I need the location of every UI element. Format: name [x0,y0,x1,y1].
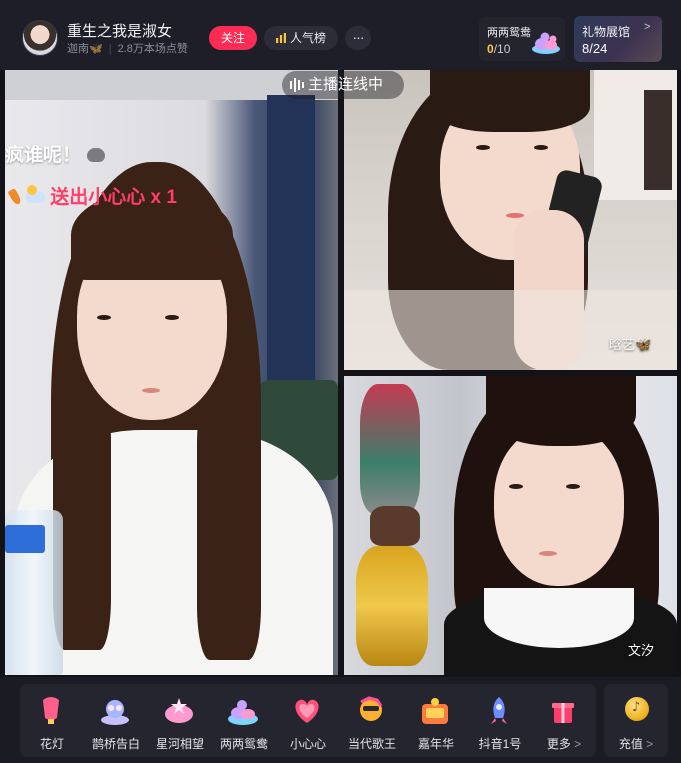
host-avatar[interactable] [22,20,58,56]
task-total: /10 [493,42,511,56]
chevron-right-icon: > [574,737,582,751]
host-eye-right [165,315,179,320]
host-lips [142,388,160,393]
audio-wave-icon [290,78,304,92]
guest2-eye-left [509,484,523,489]
task-progress: 0/10 [487,42,510,56]
host-hair-right [197,390,261,660]
guest1-eye-right [534,145,548,150]
host-eye-left [97,315,111,320]
gift-pop-king[interactable]: 当代歌王 [340,684,404,757]
chevron-right-icon: > [644,21,651,33]
host-name[interactable]: 重生之我是淑女 [67,20,172,41]
gallery-title: 礼物展馆 [582,25,631,39]
gift-label: 星河相望 [155,737,204,751]
gift-label: 两两鸳鸯 [219,737,268,751]
guest1-eye-left [476,145,490,150]
link-status-text: 主播连线中 [308,76,384,93]
gift-small-heart[interactable]: 小心心 [276,684,340,757]
rocket-icon [491,697,507,724]
bottle-label [5,525,45,553]
more-gifts-button[interactable]: 更多 > [532,684,596,757]
heart-icon [295,699,319,723]
gift-label: 嘉年华 [417,737,454,751]
guest2-bangs [486,376,636,446]
gift-label: 抖音1号 [478,737,522,751]
gift-notice: 送出小心心 x 1 [5,182,177,209]
sun-cloud-emoji-icon [25,185,45,203]
carrot-emoji-icon [7,188,23,206]
ducks-icon [228,700,258,725]
co-host-status-banner: 主播连线中 [282,71,404,99]
gift-bridge-confession[interactable]: 鹊桥告白 [84,684,148,757]
bar-chart-icon [276,33,286,43]
gift-label: 小心心 [289,737,326,751]
toy-bear-gold [356,546,428,666]
live-header: 重生之我是淑女 迦南🦋 | 2.8万本场点赞 关注 人气榜 ··· 两两鸳鸯 0/1… [0,0,681,70]
host-likes: 2.8万本场点赞 [117,43,188,55]
rank-label: 人气榜 [290,31,327,45]
host-meta: 迦南🦋 | 2.8万本场点赞 [67,40,188,56]
gift-notice-text: 送出小心心 x 1 [50,187,177,208]
lantern-icon [43,697,59,724]
gift-galaxy-gaze[interactable]: 星河相望 [148,684,212,757]
gift-box-icon [552,703,574,723]
gift-douyin-one[interactable]: 抖音1号 [468,684,532,757]
guest1-bangs [430,70,590,132]
task-current: 0 [487,42,494,56]
door-panel [644,90,672,190]
curtain [267,95,315,425]
singer-icon [360,696,383,721]
gift-lantern[interactable]: 花灯 [20,684,84,757]
meta-divider: | [108,43,112,55]
bridge-icon [101,700,129,725]
ducks-icon [532,32,560,54]
gift-label: 当代歌王 [347,737,396,751]
recharge-button[interactable]: 充值 > [604,684,668,757]
gift-task-card[interactable]: 两两鸳鸯 0/10 [479,17,565,61]
coin-icon [625,697,649,721]
gift-bar: 花灯 鹊桥告白 星河相望 两两鸳鸯 小心心 当代歌王 嘉年华 抖音1号 更多 >… [0,677,681,763]
chat-text: 疯谁呢！ [5,145,82,166]
host-location: 迦南🦋 [67,43,103,55]
gift-label: 花灯 [39,737,64,751]
guest2-face [494,426,624,586]
gift-label: 更多 > [532,735,596,752]
follow-button[interactable]: 关注 [209,26,257,50]
host-video[interactable]: 疯谁呢！ 送出小心心 x 1 [5,70,338,675]
guest2-lips [539,551,557,556]
task-title: 两两鸳鸯 [487,27,531,39]
more-options-button[interactable]: ··· [345,26,371,50]
guest2-eye-right [566,484,580,489]
gift-gallery-card[interactable]: 礼物展馆 > 8/24 [574,16,662,62]
guest1-name[interactable]: 晗艺🦋 [609,334,651,353]
recharge-label-row: 充值 > [604,735,668,752]
recharge-label: 充值 [618,737,643,751]
popularity-rank-button[interactable]: 人气榜 [264,26,338,50]
gift-panel: 花灯 鹊桥告白 星河相望 两两鸳鸯 小心心 当代歌王 嘉年华 抖音1号 更多 > [20,684,596,757]
guest-video-2[interactable]: 文汐 [344,376,677,675]
toy-bear-top [360,384,420,514]
galaxy-icon [165,698,193,723]
more-gifts-label: 更多 [546,737,571,751]
toy-bear-mid [370,506,420,546]
video-area: 疯谁呢！ 送出小心心 x 1 晗艺🦋 文汐 主播连线中 [0,70,681,677]
chat-message: 疯谁呢！ [5,140,106,167]
guest1-outfit [344,290,677,370]
cat-emoji-icon [87,148,106,162]
chevron-right-icon: > [646,737,654,751]
carnival-icon [422,698,448,724]
gift-carnival[interactable]: 嘉年华 [404,684,468,757]
gift-mandarin-ducks[interactable]: 两两鸳鸯 [212,684,276,757]
gallery-count: 8/24 [582,41,608,56]
guest-video-1[interactable]: 晗艺🦋 [344,70,677,370]
guest1-lips [506,213,524,218]
guest2-name[interactable]: 文汐 [628,640,654,659]
guest2-collar [484,588,634,648]
gift-label: 鹊桥告白 [91,737,140,751]
